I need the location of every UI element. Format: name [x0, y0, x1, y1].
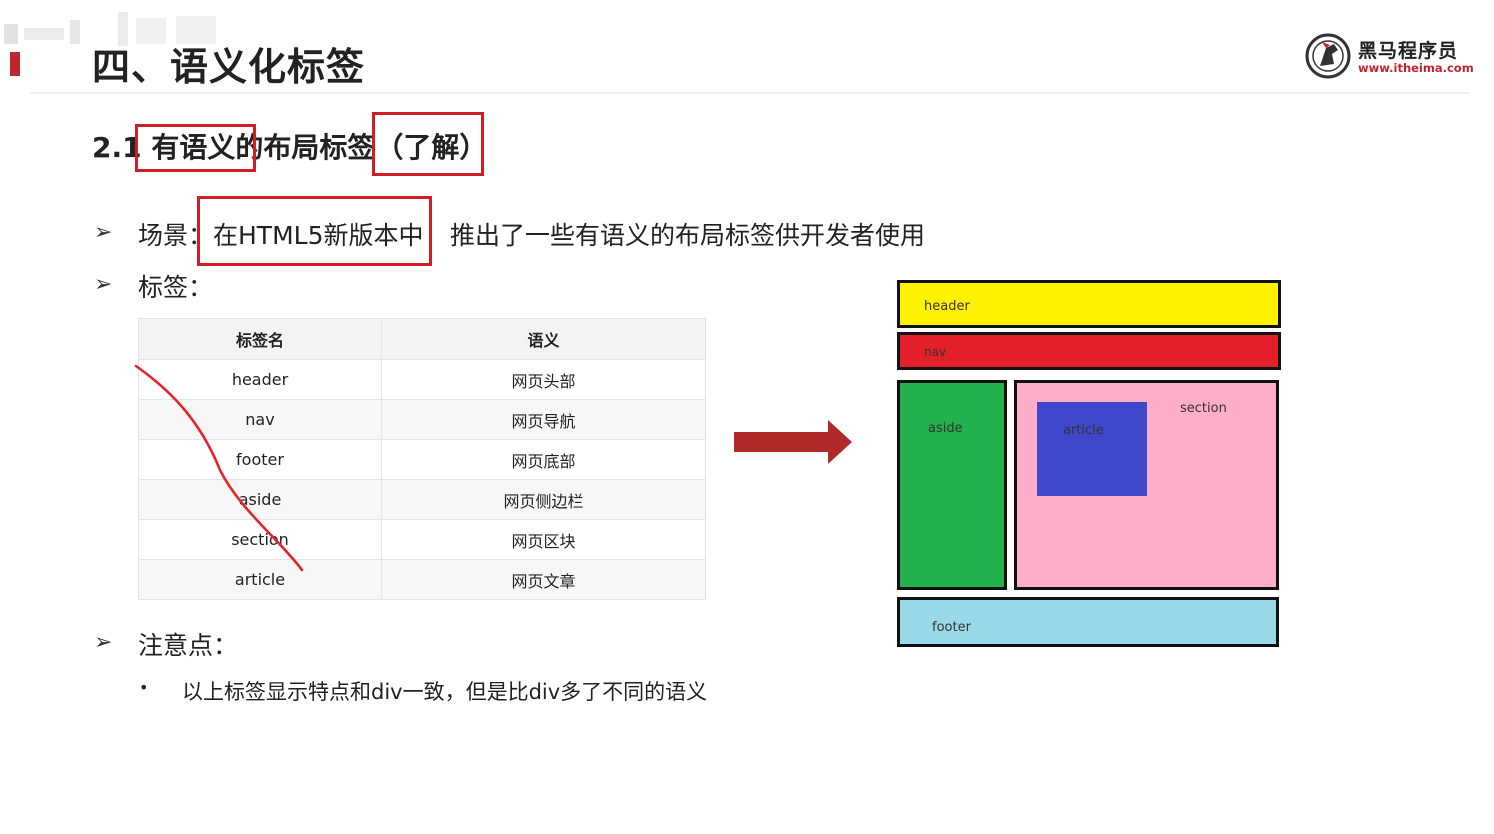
scene-rest-text: 推出了一些有语义的布局标签供开发者使用 [450, 221, 926, 250]
logo-url: www.itheima.com [1358, 61, 1474, 75]
diagram-aside-label: aside [928, 421, 963, 436]
bullet-dot-icon: • [139, 678, 149, 697]
header-divider [30, 92, 1470, 94]
highlight-box-html5 [197, 196, 432, 266]
logo-name: 黑马程序员 [1358, 40, 1459, 62]
diagram-article-block: article [1037, 402, 1147, 496]
slide-accent-tab [10, 52, 20, 76]
bullet-arrow-icon: ➢ [94, 630, 113, 655]
table-cell-meaning: 网页区块 [381, 519, 706, 560]
diagram-section-label: section [1180, 401, 1227, 416]
page-title: 四、语义化标签 [92, 45, 366, 89]
itheima-horse-logo-icon [1305, 33, 1351, 79]
table-cell-meaning: 网页底部 [381, 439, 706, 480]
diagram-header-label: header [924, 299, 970, 314]
bullet-arrow-icon: ➢ [94, 272, 113, 297]
diagram-nav-label: nav [924, 345, 947, 359]
table-cell-meaning: 网页导航 [381, 399, 706, 440]
table-cell-meaning: 网页文章 [381, 559, 706, 600]
highlight-box-semantic [135, 124, 256, 172]
diagram-nav-block: nav [897, 332, 1281, 370]
table-cell-meaning: 网页头部 [381, 359, 706, 400]
diagram-footer-block: footer [897, 597, 1279, 647]
tags-label: 标签： [138, 273, 214, 302]
column-header-tag-name: 标签名 [138, 318, 382, 360]
note-item: 以上标签显示特点和div一致，但是比div多了不同的语义 [182, 680, 708, 704]
column-header-meaning: 语义 [381, 318, 706, 360]
table-cell-meaning: 网页侧边栏 [381, 479, 706, 520]
right-arrow-icon [734, 420, 852, 464]
table-header-row: 标签名 语义 [138, 318, 706, 360]
diagram-article-label: article [1063, 423, 1104, 438]
diagram-footer-label: footer [932, 620, 971, 635]
highlight-box-understand [372, 112, 484, 176]
bullet-arrow-icon: ➢ [94, 220, 113, 245]
diagram-header-block: header [897, 280, 1281, 328]
notes-label: 注意点： [138, 631, 239, 660]
subtitle-middle: 布局标签 [263, 131, 376, 164]
diagram-aside-block: aside [897, 380, 1007, 590]
annotation-stroke [134, 364, 304, 572]
